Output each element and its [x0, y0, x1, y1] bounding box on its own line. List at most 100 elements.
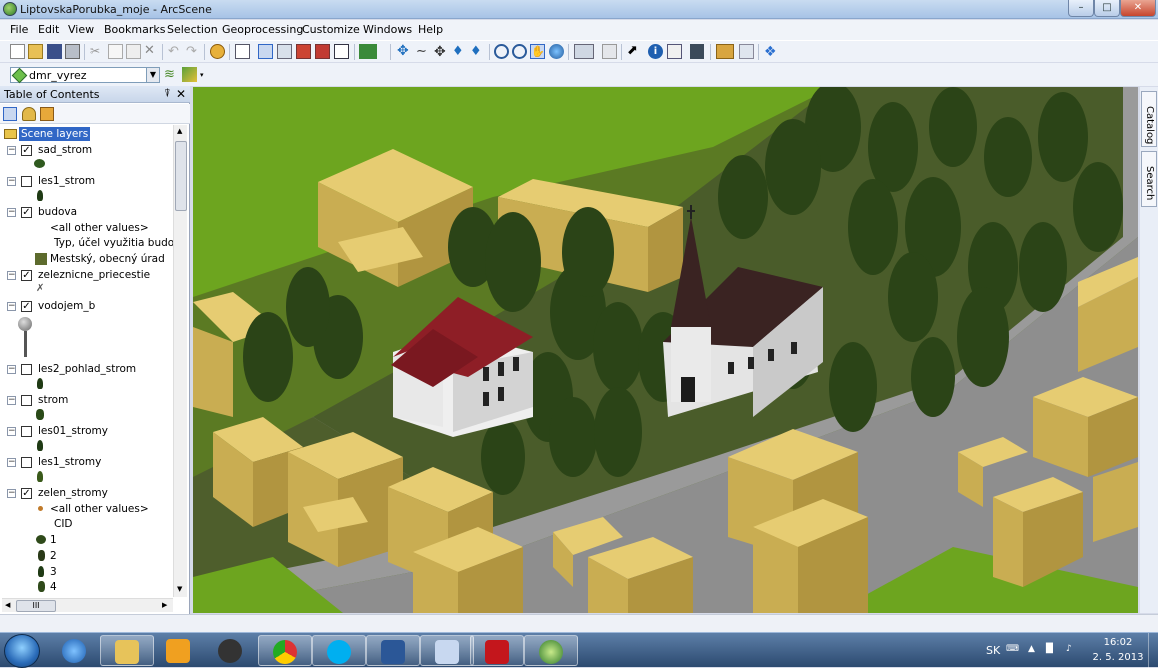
scroll-right-icon[interactable]: ▶: [162, 601, 167, 609]
clock-time[interactable]: 16:02: [1092, 637, 1144, 648]
python-window-icon[interactable]: [315, 44, 330, 59]
search-tab[interactable]: Search: [1141, 151, 1157, 207]
layer-row-les2-pohlad-strom[interactable]: − les2_pohlad_strom: [0, 362, 173, 377]
select-features-icon[interactable]: [574, 44, 594, 59]
modelbuilder-icon[interactable]: [359, 44, 377, 59]
layer-visibility-checkbox[interactable]: ✓: [21, 270, 32, 281]
menu-windows[interactable]: Windows: [363, 23, 412, 36]
navigate-icon[interactable]: ✥: [397, 44, 412, 59]
scene-layers-root[interactable]: Scene layers: [0, 127, 173, 142]
layer-visibility-checkbox[interactable]: [21, 364, 32, 375]
collapse-toggle[interactable]: −: [7, 177, 16, 186]
catalog-window-icon[interactable]: [277, 44, 292, 59]
delete-icon[interactable]: ✕: [144, 44, 159, 59]
layer-visibility-checkbox[interactable]: [21, 426, 32, 437]
network-icon[interactable]: █: [1046, 644, 1056, 654]
3d-scene-view[interactable]: [193, 87, 1138, 613]
scroll-thumb[interactable]: [175, 141, 187, 211]
collapse-toggle[interactable]: −: [7, 489, 16, 498]
layer-row-budova[interactable]: − ✓ budova: [0, 205, 173, 220]
collapse-toggle[interactable]: −: [7, 396, 16, 405]
layer-row-les1-stromy[interactable]: − les1_stromy: [0, 455, 173, 470]
layer-visibility-checkbox[interactable]: ✓: [21, 488, 32, 499]
menu-view[interactable]: View: [68, 23, 94, 36]
taskbar-word[interactable]: [366, 635, 420, 666]
layer-row-strom[interactable]: − strom: [0, 393, 173, 408]
layer-dropdown[interactable]: dmr_vyrez ▼: [10, 67, 160, 84]
keyboard-icon[interactable]: ⌨: [1006, 644, 1019, 654]
taskbar-media-player[interactable]: [152, 635, 206, 666]
layer-visibility-checkbox[interactable]: ✓: [21, 207, 32, 218]
paste-icon[interactable]: [126, 44, 141, 59]
language-indicator[interactable]: SK: [986, 644, 1000, 657]
pan-hand-icon[interactable]: ✋: [530, 44, 545, 59]
measure-icon[interactable]: [716, 44, 734, 59]
toolbar-overflow-icon[interactable]: ▾: [200, 71, 206, 79]
copy-icon[interactable]: [108, 44, 123, 59]
layer-row-vodojem-b[interactable]: − ✓ vodojem_b: [0, 299, 173, 314]
catalog-tab[interactable]: Catalog: [1141, 91, 1157, 147]
show-hidden-icons-icon[interactable]: ▲: [1028, 644, 1038, 654]
collapse-toggle[interactable]: −: [7, 302, 16, 311]
close-icon[interactable]: ✕: [176, 87, 186, 101]
toc-window-icon[interactable]: [258, 44, 273, 59]
layer-row-sad-strom[interactable]: − ✓ sad_strom: [0, 143, 173, 158]
html-popup-icon[interactable]: [667, 44, 682, 59]
redo-icon[interactable]: ↷: [186, 44, 201, 59]
fly-icon[interactable]: ∼: [416, 44, 431, 59]
menu-file[interactable]: File: [10, 23, 28, 36]
scroll-up-icon[interactable]: ▲: [177, 127, 182, 135]
clear-selection-icon[interactable]: [602, 44, 617, 59]
scroll-down-icon[interactable]: ▼: [177, 585, 182, 593]
layer-visibility-checkbox[interactable]: [21, 395, 32, 406]
chevron-down-icon[interactable]: ▼: [146, 68, 159, 82]
pin-icon[interactable]: ⍒: [164, 87, 171, 101]
menu-bookmarks[interactable]: Bookmarks: [104, 23, 165, 36]
scene-render[interactable]: [193, 87, 1138, 613]
taskbar-clock-app[interactable]: [204, 635, 258, 666]
show-desktop-button[interactable]: [1148, 633, 1158, 668]
taskbar-acrobat[interactable]: [470, 635, 524, 666]
scroll-left-icon[interactable]: ◀: [5, 601, 10, 609]
collapse-toggle[interactable]: −: [7, 208, 16, 217]
taskbar-chrome[interactable]: [258, 635, 312, 666]
contour-icon[interactable]: ≋: [164, 67, 179, 82]
taskbar-explorer[interactable]: [100, 635, 154, 666]
layer-row-les1-strom[interactable]: − les1_strom: [0, 174, 173, 189]
zoom-out-icon[interactable]: [512, 44, 527, 59]
toc-horizontal-scrollbar[interactable]: ◀ III ▶: [2, 598, 173, 612]
layer-visibility-checkbox[interactable]: ✓: [21, 301, 32, 312]
maximize-button[interactable]: □: [1094, 0, 1120, 17]
menu-help[interactable]: Help: [418, 23, 443, 36]
menu-selection[interactable]: Selection: [167, 23, 218, 36]
undo-icon[interactable]: ↶: [168, 44, 183, 59]
list-by-source-icon[interactable]: [22, 107, 36, 121]
zoom-to-target-icon[interactable]: ♦: [452, 44, 467, 59]
arcscene-app-icon[interactable]: [3, 2, 17, 16]
layer-row-zelen-stromy[interactable]: − ✓ zelen_stromy: [0, 486, 173, 501]
cut-icon[interactable]: ✂: [90, 44, 105, 59]
toc-vertical-scrollbar[interactable]: ▲ ▼: [173, 125, 187, 597]
save-icon[interactable]: [47, 44, 62, 59]
collapse-toggle[interactable]: −: [7, 146, 16, 155]
taskbar-internet-explorer[interactable]: [48, 635, 102, 666]
print-icon[interactable]: [65, 44, 80, 59]
layer-visibility-checkbox[interactable]: [21, 176, 32, 187]
new-document-icon[interactable]: [10, 44, 25, 59]
find-binoculars-icon[interactable]: [690, 44, 704, 59]
scroll-thumb[interactable]: III: [16, 600, 56, 612]
layer-visibility-checkbox[interactable]: [21, 457, 32, 468]
menu-geoprocessing[interactable]: Geoprocessing: [222, 23, 303, 36]
taskbar-paint[interactable]: [420, 635, 474, 666]
taskbar-arcscene[interactable]: [524, 635, 578, 666]
select-elements-arrow-icon[interactable]: ⬈: [627, 44, 642, 59]
identify-icon[interactable]: i: [648, 44, 663, 59]
collapse-toggle[interactable]: −: [7, 365, 16, 374]
line-of-sight-icon[interactable]: [182, 67, 197, 82]
search-window-icon[interactable]: [334, 44, 349, 59]
full-extent-globe-icon[interactable]: [549, 44, 564, 59]
layer-row-les01-stromy[interactable]: − les01_stromy: [0, 424, 173, 439]
clock-date[interactable]: 2. 5. 2013: [1088, 652, 1148, 663]
list-by-drawing-order-icon[interactable]: [3, 107, 17, 121]
set-observer-icon[interactable]: ♦: [470, 44, 485, 59]
